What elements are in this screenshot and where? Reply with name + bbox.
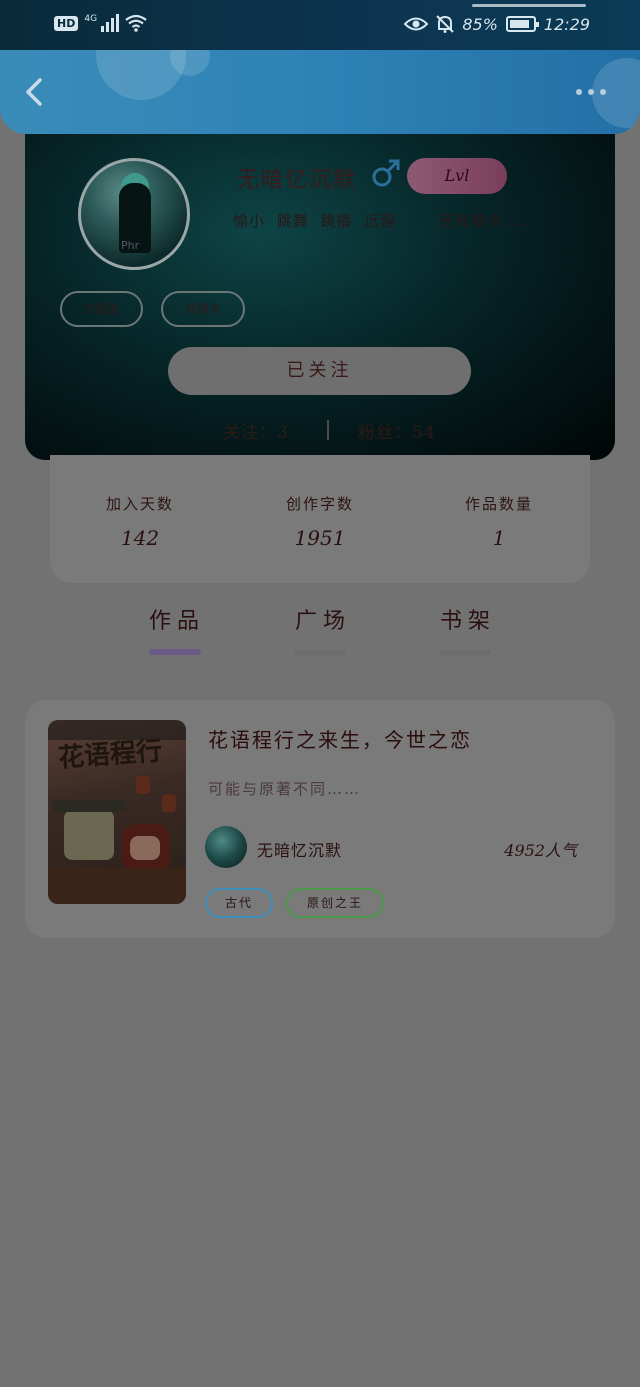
cover-character-face — [130, 836, 160, 860]
stat-value: 142 — [120, 526, 160, 550]
stat-work-count: 作品数量 1 — [429, 493, 569, 550]
battery-percent: 85% — [462, 14, 498, 34]
profile-tags-more[interactable]: 还有很多…… — [439, 210, 535, 231]
hd-badge: HD — [54, 15, 79, 31]
status-left: HD 4G — [54, 14, 147, 32]
cover-lantern — [162, 794, 176, 812]
stat-join-days: 加入天数 142 — [70, 493, 210, 550]
chevron-left-icon[interactable] — [18, 72, 54, 112]
tab-plaza[interactable]: 广场 — [295, 603, 351, 635]
cover-title: 花语程行 — [57, 736, 164, 774]
wifi-icon — [125, 14, 147, 32]
avatar-watermark: Phr — [121, 239, 140, 252]
profile-username: 无暗忆沉默 — [237, 168, 358, 193]
stat-value: 1 — [492, 526, 506, 550]
tab-active-indicator — [149, 649, 201, 655]
cover-character — [64, 810, 114, 860]
popularity-count: 4952人气 — [504, 841, 577, 860]
stat-label: 加入天数 — [105, 495, 174, 513]
author-avatar[interactable] — [205, 826, 247, 868]
profile-tags: 愉小 跳舞 跳播 远程 — [233, 212, 397, 230]
stats-divider — [327, 420, 329, 440]
signal-icon: 4G — [84, 14, 120, 32]
status-indicator-line — [472, 4, 586, 7]
status-right: 85% 12:29 — [404, 14, 590, 34]
header-bar — [0, 50, 640, 134]
cover-hat — [52, 800, 126, 812]
following-count[interactable]: 关注：3 — [223, 418, 289, 443]
battery-icon — [505, 16, 539, 32]
work-card[interactable]: 花语程行 花语程行之来生，今世之恋 可能与原著不同…… 无暗忆沉默 4952人气… — [25, 700, 615, 938]
eye-icon — [404, 17, 429, 31]
more-horizontal-icon[interactable] — [576, 84, 612, 100]
network-type: 4G — [84, 14, 98, 24]
stat-label: 创作字数 — [285, 495, 354, 513]
follow-stats: 关注：3 粉丝：54 — [25, 418, 615, 443]
tab-bookshelf[interactable]: 书架 — [440, 603, 496, 635]
profile-avatar[interactable]: Phr — [78, 158, 190, 270]
level-badge: Lvl — [407, 158, 507, 194]
cover-lantern — [136, 776, 150, 794]
work-cover-image[interactable]: 花语程行 — [48, 720, 186, 904]
tab-inactive-indicator — [439, 650, 491, 655]
profile-card: Phr 无暗忆沉默 Lvl 愉小 跳舞 跳播 远程 还有很多…… 文蝎读 除情令… — [25, 110, 615, 460]
work-tag[interactable]: 古代 — [205, 888, 273, 918]
stat-label: 作品数量 — [464, 495, 533, 513]
work-title[interactable]: 花语程行之来生，今世之恋 — [208, 724, 472, 753]
follow-button[interactable]: 已关注 — [168, 347, 471, 395]
author-name[interactable]: 无暗忆沉默 — [257, 837, 342, 861]
user-data-card: 加入天数 142 创作字数 1951 作品数量 1 — [50, 455, 590, 583]
stat-word-count: 创作字数 1951 — [250, 493, 390, 550]
followers-count[interactable]: 粉丝：54 — [358, 418, 436, 443]
clock: 12:29 — [543, 14, 590, 34]
work-description: 可能与原著不同…… — [208, 780, 362, 798]
tab-works[interactable]: 作品 — [149, 603, 205, 635]
cover-railing — [48, 868, 186, 904]
profile-chip[interactable]: 文蝎读 — [60, 291, 143, 327]
status-bar: HD 4G 85% 12:29 — [0, 0, 640, 52]
male-icon — [372, 159, 400, 187]
profile-chip[interactable]: 除情令 — [161, 291, 245, 327]
work-tag[interactable]: 原创之王 — [286, 888, 384, 918]
bell-off-icon — [436, 15, 455, 33]
tab-inactive-indicator — [294, 650, 346, 655]
stat-value: 1951 — [294, 526, 346, 550]
